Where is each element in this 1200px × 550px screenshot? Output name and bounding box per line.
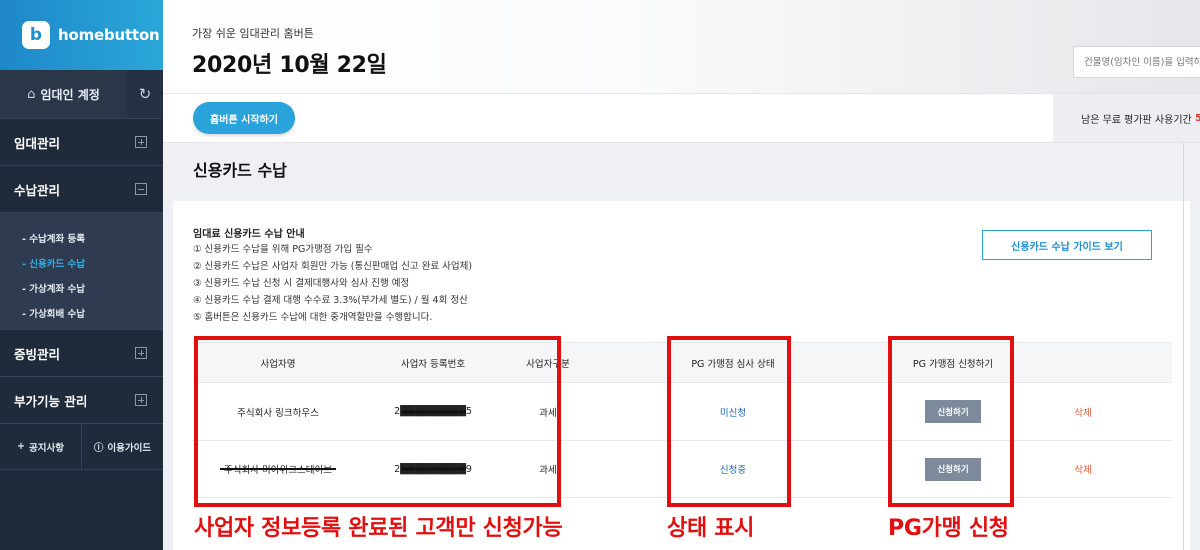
expand-icon[interactable] [135, 347, 147, 359]
menu-label: 임대관리 [14, 135, 61, 151]
sidebar: b homebutton ⌂ 임대인 계정 ↻ 임대관리 수납관리 - 수납계좌… [0, 0, 163, 550]
menu-label: 수납관리 [14, 182, 61, 198]
guide-list: ① 신용카드 수납을 위해 PG가맹점 가입 필수 ② 신용카드 수납은 사업자… [193, 241, 472, 326]
delete-cell: 삭제 [1033, 441, 1133, 497]
guide-link[interactable]: ⓘ 이용가이드 [82, 424, 163, 469]
collapse-icon[interactable] [135, 183, 147, 195]
submenu-item-credit-card[interactable]: - 신용카드 수납 [0, 250, 163, 275]
account-label: 임대인 계정 [40, 87, 100, 102]
info-icon: ⓘ [93, 442, 104, 454]
annotation-note-business: 사업자 정보등록 완료된 고객만 신청가능 [194, 516, 563, 541]
logo-mark-icon: b [22, 21, 50, 49]
menu-item-payment[interactable]: 수납관리 [0, 166, 163, 213]
guide-button[interactable]: 신용카드 수납 가이드 보기 [982, 230, 1152, 260]
action-bar: 홈버튼 시작하기 남은 무료 평가판 사용기간 5 [163, 94, 1200, 143]
trial-days: 5 [1194, 112, 1200, 124]
annotation-box-business [194, 336, 561, 507]
account-button[interactable]: ⌂ 임대인 계정 [0, 70, 127, 118]
delete-cell: 삭제 [1033, 383, 1133, 440]
guide-item: ③ 신용카드 수납 신청 시 결제대행사와 심사 진행 예정 [193, 278, 410, 289]
delete-link[interactable]: 삭제 [1074, 462, 1091, 476]
menu-item-evidence[interactable]: 증빙관리 [0, 330, 163, 377]
guide-item: ② 신용카드 수납은 사업자 회원만 가능 (통신판매업 신고 완료 사업체) [193, 261, 473, 272]
annotation-box-status [667, 336, 791, 507]
start-button[interactable]: 홈버튼 시작하기 [193, 102, 295, 134]
notice-link[interactable]: + 공지사항 [0, 424, 82, 469]
page-title: 신용카드 수납 [193, 161, 287, 180]
trial-info: 남은 무료 평가판 사용기간 5 [1053, 94, 1200, 142]
home-icon: ⌂ [27, 86, 36, 102]
guide-item: ④ 신용카드 수납 결제 대행 수수료 3.3%(부가세 별도) / 월 4회 … [193, 295, 468, 306]
menu-label: 증빙관리 [14, 346, 61, 362]
annotation-box-pg [888, 336, 1014, 507]
trial-label: 남은 무료 평가판 사용기간 [1081, 114, 1192, 126]
plus-icon: + [17, 441, 25, 452]
refresh-icon: ↻ [138, 85, 152, 103]
annotation-note-pg: PG가맹 신청 [888, 516, 1009, 541]
delete-link[interactable]: 삭제 [1074, 405, 1091, 419]
scrollbar[interactable] [1183, 143, 1184, 550]
page-date: 2020년 10월 22일 [192, 53, 387, 78]
account-row: ⌂ 임대인 계정 ↻ [0, 70, 163, 119]
guide-item: ⑤ 홈버튼은 신용카드 수납에 대한 중개역할만을 수행합니다. [193, 312, 433, 323]
submenu-payment: - 수납계좌 등록 - 신용카드 수납 - 가상계좌 수납 - 가상회배 수납 [0, 213, 163, 330]
menu-item-rental[interactable]: 임대관리 [0, 119, 163, 166]
submenu-item-virtual-batch[interactable]: - 가상회배 수납 [0, 300, 163, 325]
menu-item-addons[interactable]: 부가기능 관리 [0, 377, 163, 424]
notice-label: 공지사항 [29, 442, 64, 454]
refresh-button[interactable]: ↻ [127, 70, 163, 118]
submenu-item-account-register[interactable]: - 수납계좌 등록 [0, 225, 163, 250]
guide-item: ① 신용카드 수납을 위해 PG가맹점 가입 필수 [193, 244, 373, 255]
header-subtitle: 가장 쉬운 임대관리 홈버튼 [192, 27, 314, 40]
logo-text: homebutton [58, 26, 160, 44]
search-input[interactable] [1073, 46, 1200, 78]
menu-label: 부가기능 관리 [14, 393, 88, 409]
expand-icon[interactable] [135, 136, 147, 148]
submenu-item-virtual-account[interactable]: - 가상계좌 수납 [0, 275, 163, 300]
annotation-note-status: 상태 표시 [667, 516, 755, 541]
guide-label: 이용가이드 [107, 442, 152, 454]
header: 가장 쉬운 임대관리 홈버튼 2020년 10월 22일 [163, 0, 1200, 94]
guide-title: 임대료 신용카드 수납 안내 [193, 229, 305, 240]
bottom-links: + 공지사항 ⓘ 이용가이드 [0, 424, 163, 470]
logo[interactable]: b homebutton [0, 0, 163, 70]
expand-icon[interactable] [135, 394, 147, 406]
